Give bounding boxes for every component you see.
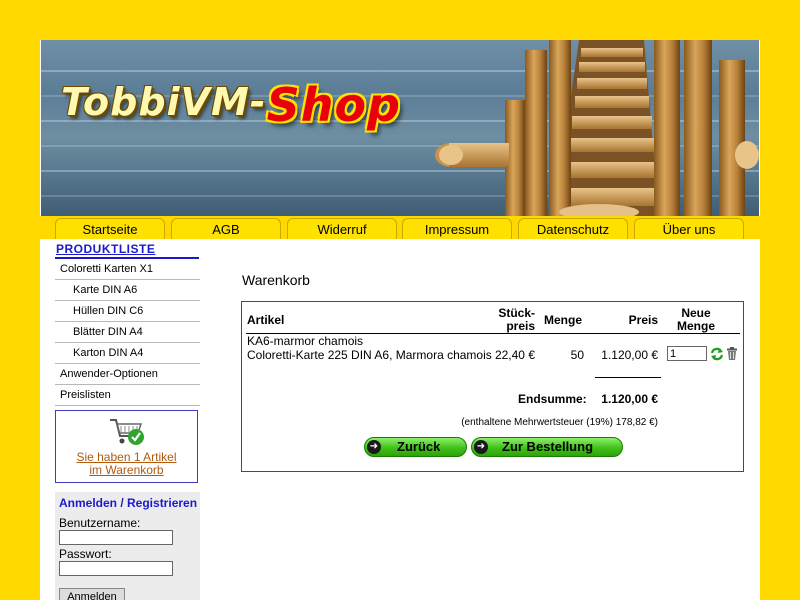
vat-note: (enthaltene Mehrwertsteuer (19%) 178,82 … [461,417,658,428]
trash-icon[interactable] [726,347,738,361]
col-header-price: Preis [628,313,658,327]
total-value: 1.120,00 € [601,392,658,406]
password-label: Passwort: [59,547,112,561]
username-label: Benutzername: [59,516,141,530]
tab-startseite[interactable]: Startseite [55,218,165,239]
item-quantity: 50 [570,348,584,362]
col-header-quantity: Menge [544,313,583,327]
main-nav: Startseite AGB Widerruf Impressum Datens… [40,216,760,239]
sidebar: PRODUKTLISTE Coloretti Karten X1 Karte D… [55,239,200,600]
tab-impressum[interactable]: Impressum [402,218,512,239]
password-input[interactable] [59,561,173,576]
item-unit-price: 22,40 € [494,348,535,362]
shopping-cart-icon [109,419,144,445]
item-price: 1.120,00 € [601,348,658,362]
tab-datenschutz[interactable]: Datenschutz [518,218,628,239]
tab-agb[interactable]: AGB [171,218,281,239]
login-heading[interactable]: Anmelden / Registrieren [55,496,200,510]
page: TobbiVM-Shop Startseite AGB Widerruf Imp… [40,40,760,600]
login-button[interactable]: Anmelden [59,588,125,600]
cart-table: Artikel Stück-preis Menge Preis Neue Meng… [241,301,744,472]
item-code: KA6-marmor chamois [247,334,364,348]
col-header-article: Artikel [247,313,285,327]
shop-logo[interactable]: TobbiVM-Shop [61,72,401,132]
tab-widerruf[interactable]: Widerruf [287,218,397,239]
sidebar-item-blaetter-din-a4[interactable]: Blätter DIN A4 [55,322,200,343]
product-list-heading[interactable]: PRODUKTLISTE [55,239,199,259]
header-banner: TobbiVM-Shop [41,40,759,216]
new-quantity-input[interactable] [667,346,707,361]
sidebar-item-huellen-din-c6[interactable]: Hüllen DIN C6 [55,301,200,322]
cart-link[interactable]: Sie haben 1 Artikel im Warenkorb [76,451,176,477]
sidebar-item-anwender-optionen[interactable]: Anwender-Optionen [55,364,200,385]
sidebar-item-coloretti-karten[interactable]: Coloretti Karten X1 [55,259,200,280]
arrow-right-icon: ➜ [367,440,381,454]
total-divider [595,377,661,378]
total-label: Endsumme: [518,392,587,406]
sidebar-item-preislisten[interactable]: Preislisten [55,385,200,406]
login-box: Anmelden / Registrieren Benutzername: Pa… [55,492,200,600]
sidebar-item-karton-din-a4[interactable]: Karton DIN A4 [55,343,200,364]
pier-image [435,40,759,216]
username-input[interactable] [59,530,173,545]
arrow-right-icon: ➜ [474,440,488,454]
tab-ueber-uns[interactable]: Über uns [634,218,744,239]
back-button[interactable]: ➜ Zurück [364,437,467,457]
refresh-icon[interactable] [710,347,724,361]
checkout-button[interactable]: ➜ Zur Bestellung [471,437,623,457]
sidebar-item-karte-din-a6[interactable]: Karte DIN A6 [55,280,200,301]
col-header-new-quantity: Neue Menge [676,306,715,333]
cart-summary-box: Sie haben 1 Artikel im Warenkorb [55,410,198,483]
page-title: Warenkorb [242,272,310,288]
item-description: Coloretti-Karte 225 DIN A6, Marmora cham… [247,348,492,362]
col-header-unit-price: Stück-preis [498,306,535,333]
